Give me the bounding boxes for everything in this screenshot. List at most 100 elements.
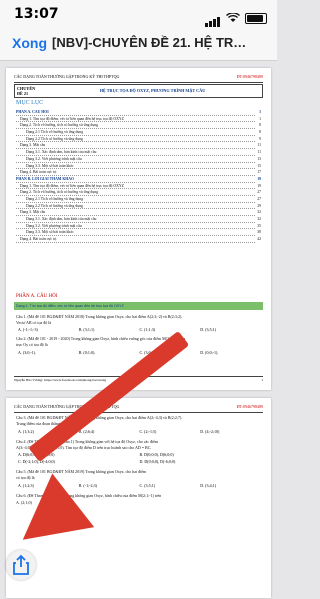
toc-item-page: 38	[256, 230, 261, 235]
toc-item[interactable]: Dạng 2.1 Tích vô hướng và ứng dụng 8	[16, 130, 261, 137]
page-header: CÁC DẠNG TOÁN THƯỜNG GẶP TRONG KỲ THI TH…	[14, 74, 263, 83]
toc-item[interactable]: Dạng 2.1 Tích vô hướng và ứng dụng 27	[16, 196, 261, 204]
table-of-contents: PHẦN A. CÂU HỎI 1 Dạng 1. Tìm tọa độ điểm,…	[16, 110, 261, 244]
document-title: [NBV]-CHUYÊN ĐỀ 21. HỆ TRỤC...	[52, 35, 252, 50]
toc-item-page: 13	[256, 156, 261, 161]
option-d: D. (3;5;1)	[200, 327, 217, 332]
navigation-bar: Xong [NBV]-CHUYÊN ĐỀ 21. HỆ TRỤC...	[0, 28, 277, 61]
header-right: ĐT:0946798489	[236, 74, 263, 79]
toc-item[interactable]: Dạng 3.2. Viết phương trình mặt cầu 35	[16, 223, 261, 231]
option-b: B. (-1;-2;3)	[78, 483, 97, 488]
toc-item[interactable]: Dạng 2. Tích vô hướng, tích có hướng và …	[16, 190, 261, 197]
toc-item[interactable]: Dạng 3.1. Xác định tâm, bán kính của mặt…	[16, 217, 261, 224]
toc-item-text: Dạng 3.3. Một số bài toán khác	[26, 163, 75, 168]
toc-item-text: PHẦN A. CÂU HỎI	[16, 110, 50, 114]
toc-item[interactable]: Dạng 4. Bài toán cực trị 17	[16, 170, 261, 177]
option-c: C. (1;1;3)	[139, 327, 156, 332]
option-a: A. (-1;-1;-3)	[18, 327, 38, 332]
signal-icon	[205, 9, 221, 27]
status-time: 13:07	[14, 6, 59, 22]
wifi-icon	[226, 13, 240, 22]
toc-item-page: 27	[256, 190, 261, 195]
header-left: CÁC DẠNG TOÁN THƯỜNG GẶP TRONG KỲ THI TH…	[14, 74, 120, 79]
share-icon	[13, 554, 29, 575]
option-b: B. (2;6;4)	[78, 429, 95, 434]
option-b: B. D(0;0;0), D(6;0;0)	[139, 452, 174, 457]
toc-item[interactable]: Dạng 3. Mặt cầu 32	[16, 210, 261, 217]
question-2-options: A. (3;0;-1). B. (0;1;0). C. (3;0;0). D. …	[18, 350, 261, 355]
page-number: 1	[261, 378, 263, 382]
toc-item[interactable]: Dạng 3.3. Một số bài toán khác 38	[16, 230, 261, 237]
toc-item[interactable]: PHẦN A. CÂU HỎI 1	[16, 110, 261, 117]
toc-item[interactable]: Dạng 1. Tìm tọa độ điểm, véc tơ liên qua…	[16, 116, 261, 124]
toc-item-text: Dạng 3. Mặt cầu	[20, 210, 47, 215]
toc-item-text: Dạng 2.2 Tích có hướng và ứng dụng	[26, 136, 84, 141]
toc-item[interactable]: Dạng 2.2 Tích có hướng và ứng dụng 29	[16, 203, 261, 211]
toc-item-page: 32	[256, 210, 261, 215]
toc-item-text: PHẦN B. LỜI GIẢI THAM KHẢO	[16, 176, 75, 181]
section-bar: Dạng 1. Tìm tọa độ điểm, véc tơ liên qua…	[14, 302, 263, 310]
option-b: B. (3;1;1)	[78, 327, 95, 332]
option-d: D. D(0;0;0), D(-6;0;0)	[139, 459, 176, 464]
topic-number: CHUYÊN ĐỀ 21	[17, 86, 36, 96]
option-b: B. (0;1;0).	[78, 350, 96, 355]
toc-item[interactable]: Dạng 1. Tìm tọa độ điểm, véc tơ liên qua…	[16, 183, 261, 191]
question-2-line2: trục Oy có tọa độ là	[16, 342, 48, 347]
header-right: ĐT:0946798489	[236, 404, 263, 409]
toc-item-page: 17	[256, 170, 261, 175]
toc-item-page: 11	[256, 143, 261, 148]
option-c: C. (3;5;1)	[139, 483, 156, 488]
question-4-options-2: C. D(-2;1;0), D(-4;0;0) D. D(0;0;0), D(-…	[18, 459, 261, 464]
toc-item[interactable]: Dạng 2.2 Tích có hướng và ứng dụng 9	[16, 136, 261, 144]
toc-item-text: Dạng 3. Mặt cầu	[20, 143, 47, 148]
question-4-options: A. D(6;0;0), D(12;0;0) B. D(0;0;0), D(6;…	[18, 452, 261, 457]
question-3-line2: Trung điểm của đoạn thẳng AB có tọa độ l…	[16, 421, 86, 426]
option-a: A. (3;0;-1).	[18, 350, 37, 355]
option-d: D. (0;0;-1).	[200, 350, 219, 355]
toc-item[interactable]: Dạng 3. Mặt cầu 11	[16, 143, 261, 150]
toc-item-page: 29	[256, 203, 261, 208]
status-bar: 13:07	[0, 0, 277, 28]
toc-item[interactable]: Dạng 4. Bài toán cực trị 42	[16, 237, 261, 244]
toc-item-text: Dạng 3.1. Xác định tâm, bán kính của mặt…	[26, 217, 98, 221]
question-1: Câu 1. (Mã đề 101 BGD&ĐT NĂM 2018) Trong…	[16, 314, 183, 319]
section-title: PHẦN A. CÂU HỎI	[16, 294, 58, 299]
topic-title: HỆ TRỤC TỌA ĐỘ OXYZ, PHƯƠNG TRÌNH MẶT CẦ…	[99, 88, 206, 93]
toc-item-page: 27	[256, 196, 261, 201]
toc-item-text: Dạng 3.2. Viết phương trình mặt cầu	[26, 223, 83, 228]
toc-item-page: 15	[256, 163, 261, 168]
footer-author: Nguyễn Bảo Vương: https://www.facebook.c…	[14, 378, 107, 382]
toc-item-page: 9	[258, 136, 261, 141]
battery-icon	[245, 12, 267, 24]
toc-item[interactable]: Dạng 2. Tích vô hướng, tích có hướng và …	[16, 123, 261, 130]
question-3: Câu 3. (Mã đề 101 BGD&ĐT NĂM 2019) Trong…	[16, 415, 183, 420]
toc-item-text: Dạng 3.1. Xác định tâm, bán kính của mặt…	[26, 150, 98, 155]
done-button[interactable]: Xong	[12, 35, 47, 51]
toc-item[interactable]: Dạng 3.2. Viết phương trình mặt cầu 13	[16, 156, 261, 164]
toc-item-text: Dạng 1. Tìm tọa độ điểm, véc tơ liên qua…	[20, 116, 125, 121]
toc-item-page: 19	[256, 176, 261, 181]
question-1-options: A. (-1;-1;-3) B. (3;1;1) C. (1;1;3) D. (…	[18, 327, 261, 332]
toc-item[interactable]: Dạng 3.1. Xác định tâm, bán kính của mặt…	[16, 150, 261, 157]
toc-item[interactable]: Dạng 3.3. Một số bài toán khác 15	[16, 163, 261, 171]
toc-item[interactable]: PHẦN B. LỜI GIẢI THAM KHẢO 19	[16, 176, 261, 184]
toc-item-page: 1	[258, 116, 261, 121]
toc-item-text: Dạng 3.2. Viết phương trình mặt cầu	[26, 156, 83, 161]
toc-title: MỤC LỤC	[16, 100, 44, 106]
toc-item-text: Dạng 3.3. Một số bài toán khác	[26, 230, 75, 235]
toc-item-text: Dạng 2.1 Tích vô hướng và ứng dụng	[26, 196, 85, 201]
toc-item-page: 8	[258, 123, 261, 128]
option-d: D. (4;-2;10)	[200, 429, 220, 434]
option-c: C. D(-2;1;0), D(-4;0;0)	[18, 459, 55, 464]
toc-item-text: Dạng 4. Bài toán cực trị	[20, 237, 58, 242]
option-c: C. (2;-1;5)	[139, 429, 157, 434]
toc-item-text: Dạng 2. Tích vô hướng, tích có hướng và …	[20, 123, 100, 128]
toc-item-text: Dạng 2.2 Tích có hướng và ứng dụng	[26, 203, 84, 208]
status-icons	[205, 9, 267, 27]
toc-item-text: Dạng 2. Tích vô hướng, tích có hướng và …	[20, 190, 100, 195]
question-2: Câu 2. (Mã đề 101 - 2019 - 2020) Trong k…	[16, 336, 186, 341]
option-d: D. (3;4;1)	[200, 483, 217, 488]
toc-item-text: Dạng 1. Tìm tọa độ điểm, véc tơ liên qua…	[20, 183, 125, 188]
toc-item-page: 35	[256, 223, 261, 228]
share-button[interactable]	[6, 550, 36, 580]
